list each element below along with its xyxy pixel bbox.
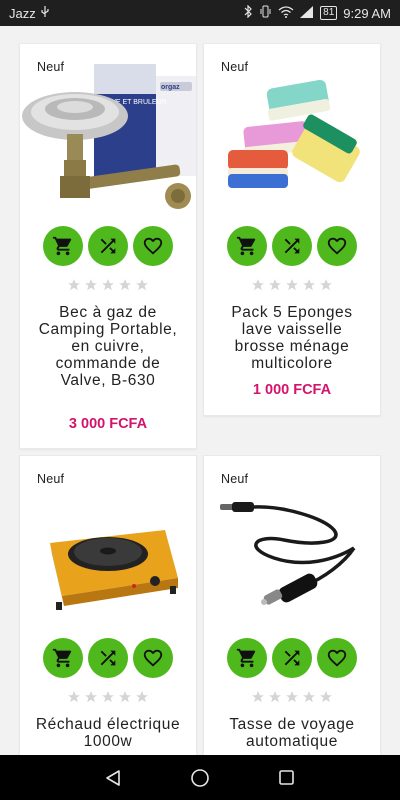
- vibrate-icon: [259, 5, 272, 21]
- star-icon: [85, 691, 97, 703]
- add-to-cart-button[interactable]: [43, 226, 83, 266]
- shuffle-icon: [284, 650, 300, 666]
- compare-button[interactable]: [272, 226, 312, 266]
- star-icon: [119, 279, 131, 291]
- recents-icon: [279, 770, 294, 785]
- star-icon: [85, 279, 97, 291]
- rating-stars: [20, 278, 196, 292]
- product-actions: [204, 638, 380, 678]
- product-title[interactable]: Bec à gaz de Camping Portable, en cuivre…: [34, 304, 182, 389]
- product-price: 3 000 FCFA: [68, 416, 148, 432]
- star-icon: [286, 279, 298, 291]
- product-card[interactable]: Neuf Tasse de voyage automatique: [203, 455, 381, 755]
- product-price: 1 000 FCFA: [252, 382, 332, 398]
- cart-icon: [236, 236, 256, 256]
- condition-badge: Neuf: [37, 472, 65, 486]
- back-button[interactable]: [93, 758, 133, 798]
- compare-button[interactable]: [88, 638, 128, 678]
- battery-level: 81: [320, 6, 338, 20]
- shuffle-icon: [284, 238, 300, 254]
- star-icon: [68, 279, 80, 291]
- product-title[interactable]: Pack 5 Eponges lave vaisselle brosse mén…: [218, 304, 366, 372]
- star-icon: [68, 691, 80, 703]
- brand-label: orgaz: [161, 84, 180, 91]
- rating-stars: [204, 278, 380, 292]
- condition-badge: Neuf: [221, 60, 249, 74]
- cart-icon: [52, 648, 72, 668]
- product-grid: VALVE ET BRULEUR orgaz Neuf Bec à gaz de…: [0, 26, 400, 755]
- recents-button[interactable]: [267, 758, 307, 798]
- star-icon: [119, 691, 131, 703]
- navigation-bar: [0, 755, 400, 800]
- home-button[interactable]: [180, 758, 220, 798]
- cart-icon: [52, 236, 72, 256]
- heart-icon: [143, 237, 163, 255]
- star-icon: [286, 691, 298, 703]
- wishlist-button[interactable]: [317, 226, 357, 266]
- star-icon: [303, 279, 315, 291]
- shuffle-icon: [100, 650, 116, 666]
- star-icon: [269, 691, 281, 703]
- star-icon: [102, 691, 114, 703]
- star-icon: [136, 691, 148, 703]
- add-to-cart-button[interactable]: [227, 638, 267, 678]
- car-charger-cable-image[interactable]: [204, 468, 380, 636]
- home-icon: [191, 768, 209, 787]
- heart-icon: [143, 649, 163, 667]
- star-icon: [252, 691, 264, 703]
- rating-stars: [20, 690, 196, 704]
- cart-icon: [236, 648, 256, 668]
- compare-button[interactable]: [272, 638, 312, 678]
- product-card[interactable]: Neuf Réchaud électrique 1000w: [19, 455, 197, 755]
- product-card[interactable]: Neuf Pack 5 Eponges lave vaisselle bross…: [203, 43, 381, 416]
- signal-icon: [300, 5, 314, 21]
- rating-stars: [204, 690, 380, 704]
- bluetooth-icon: [244, 4, 253, 21]
- star-icon: [269, 279, 281, 291]
- heart-icon: [327, 237, 347, 255]
- star-icon: [102, 279, 114, 291]
- add-to-cart-button[interactable]: [227, 226, 267, 266]
- electric-hotplate-image[interactable]: [20, 468, 196, 636]
- star-icon: [303, 691, 315, 703]
- product-actions: [20, 638, 196, 678]
- add-to-cart-button[interactable]: [43, 638, 83, 678]
- wifi-icon: [278, 5, 294, 21]
- product-title[interactable]: Tasse de voyage automatique: [218, 716, 366, 750]
- star-icon: [320, 691, 332, 703]
- star-icon: [252, 279, 264, 291]
- wishlist-button[interactable]: [317, 638, 357, 678]
- product-card[interactable]: VALVE ET BRULEUR orgaz Neuf Bec à gaz de…: [19, 43, 197, 449]
- product-title[interactable]: Réchaud électrique 1000w: [34, 716, 182, 750]
- back-icon: [106, 769, 121, 786]
- sponges-image[interactable]: [204, 56, 380, 224]
- star-icon: [136, 279, 148, 291]
- carrier-name: Jazz: [9, 5, 36, 21]
- shuffle-icon: [100, 238, 116, 254]
- wishlist-button[interactable]: [133, 226, 173, 266]
- condition-badge: Neuf: [37, 60, 65, 74]
- usb-icon: [40, 5, 50, 21]
- status-bar: Jazz 81 9:29 AM: [0, 0, 400, 26]
- gas-burner-image[interactable]: VALVE ET BRULEUR orgaz: [20, 56, 196, 224]
- compare-button[interactable]: [88, 226, 128, 266]
- product-actions: [204, 226, 380, 266]
- wishlist-button[interactable]: [133, 638, 173, 678]
- condition-badge: Neuf: [221, 472, 249, 486]
- clock: 9:29 AM: [343, 5, 391, 21]
- product-actions: [20, 226, 196, 266]
- star-icon: [320, 279, 332, 291]
- heart-icon: [327, 649, 347, 667]
